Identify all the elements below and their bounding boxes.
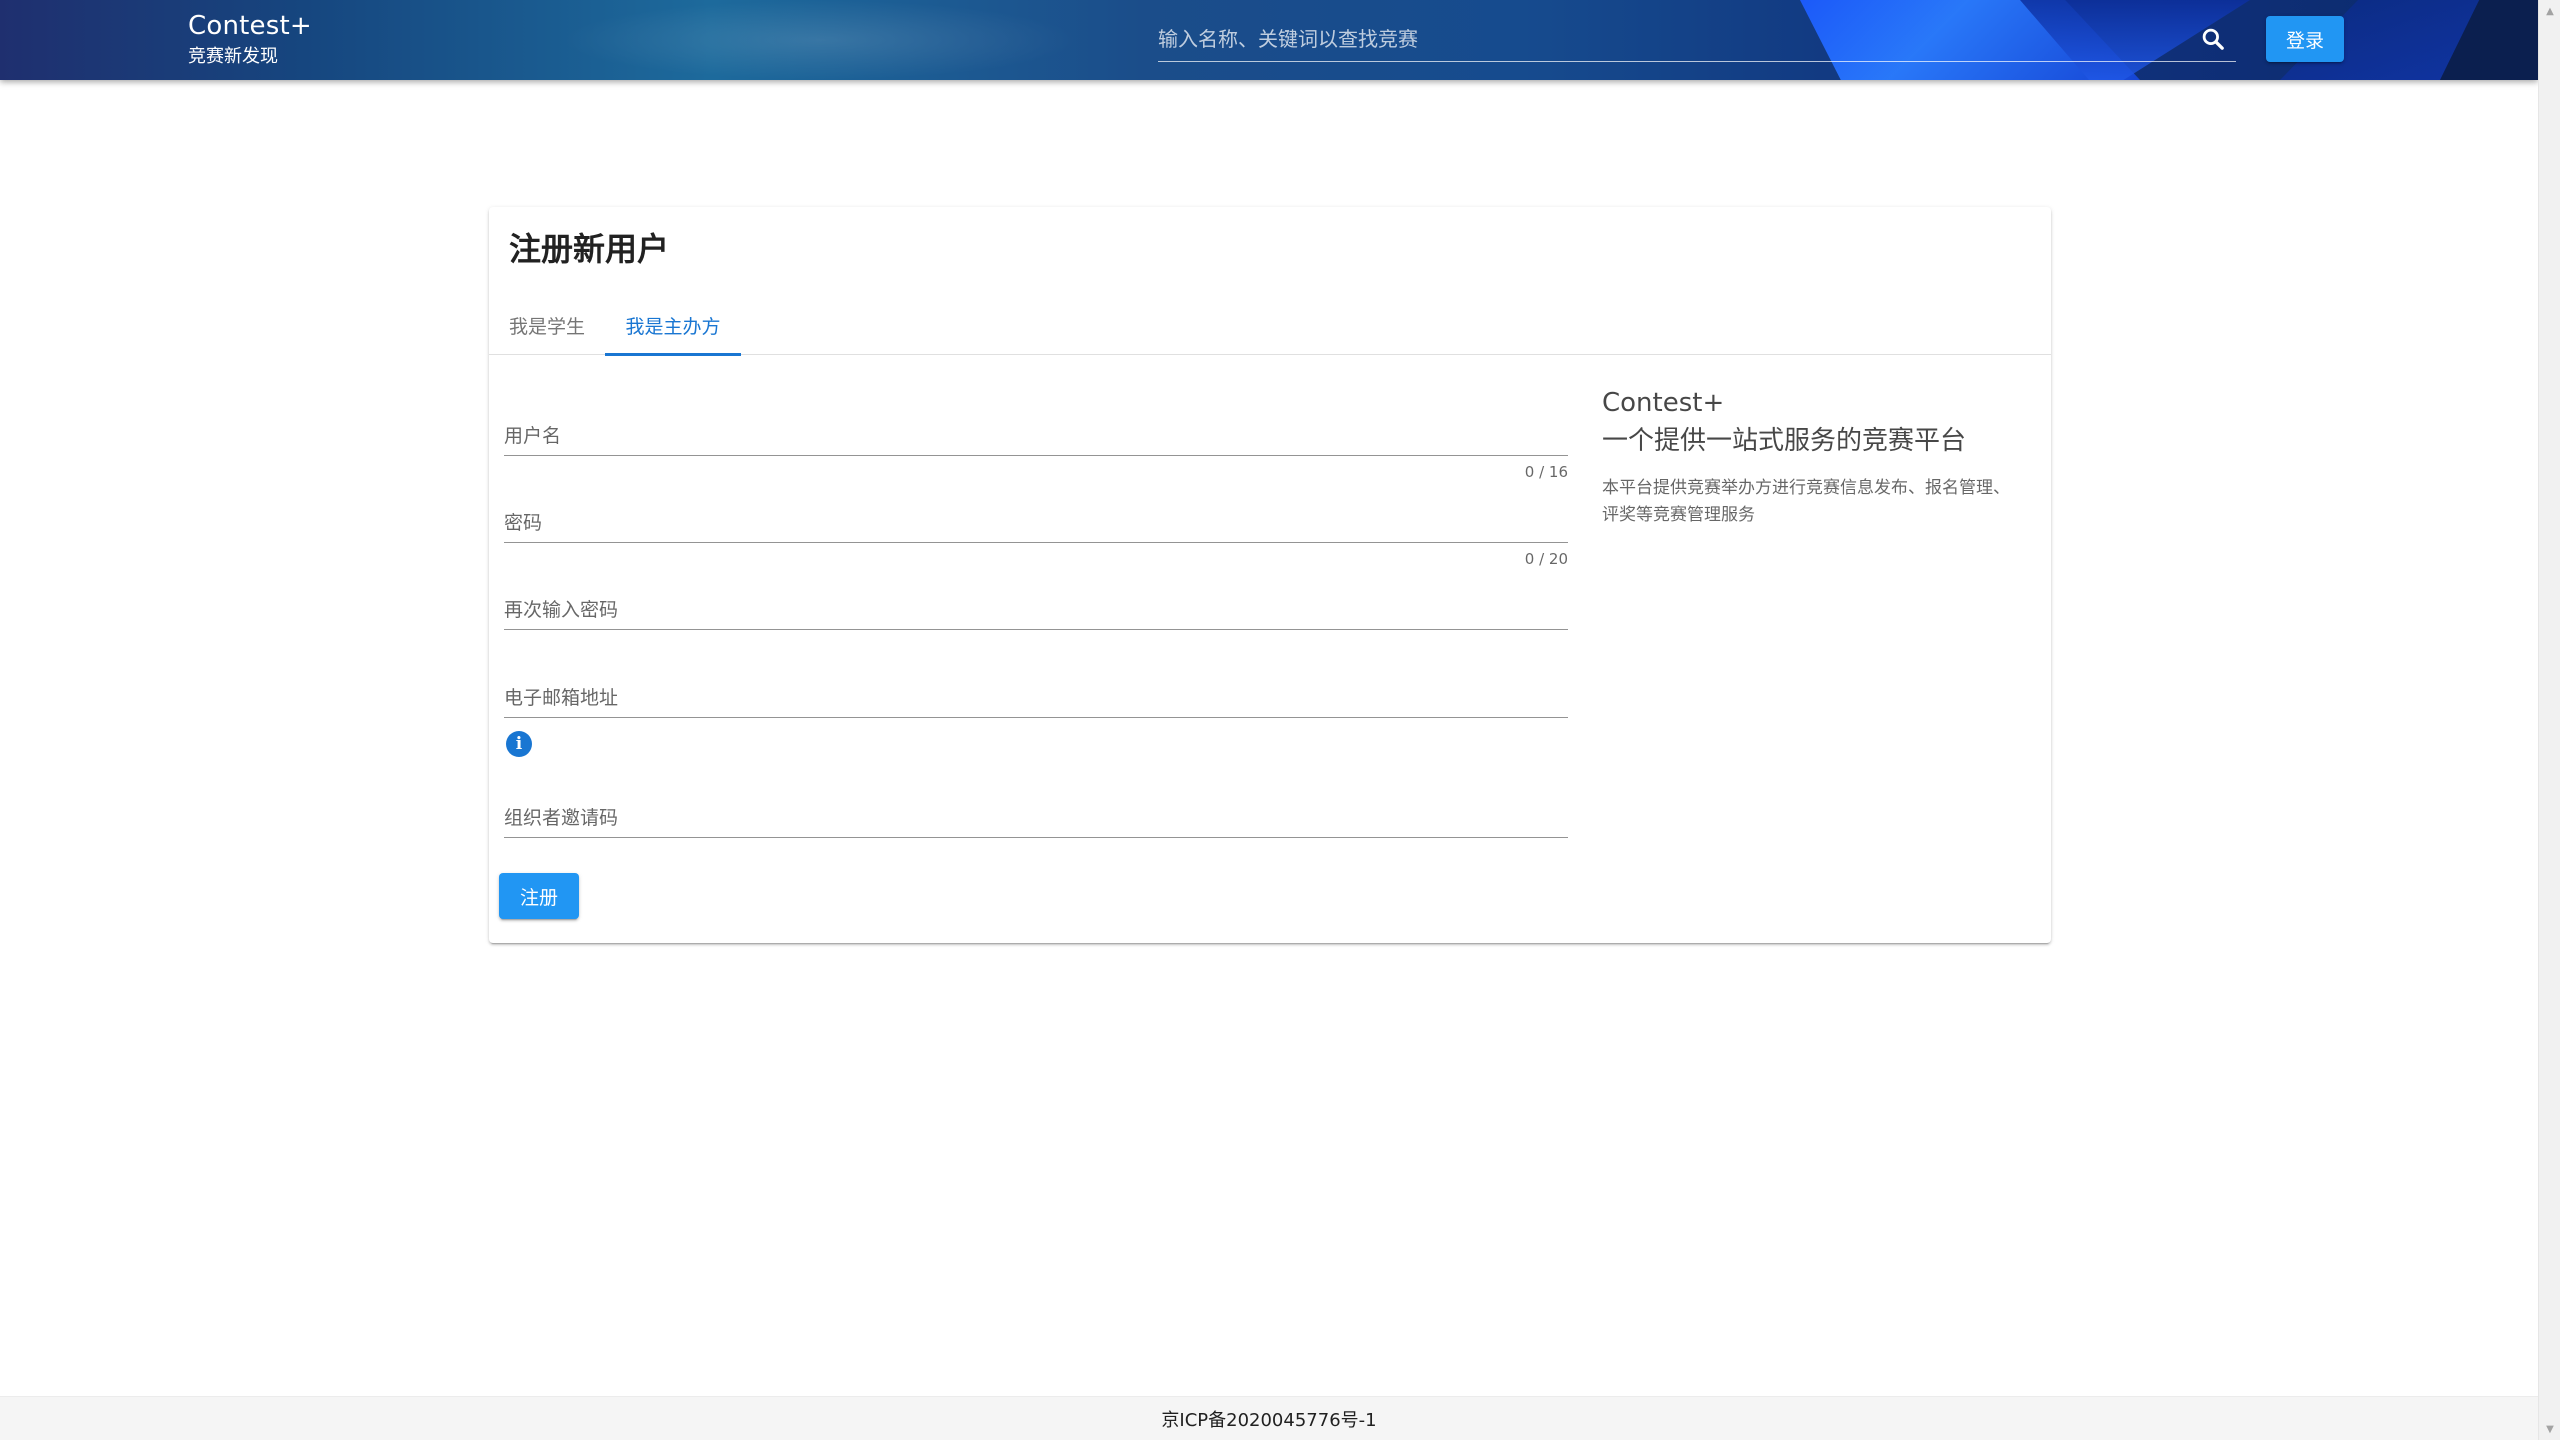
username-field-group: 0 / 16 xyxy=(504,403,1568,481)
platform-info: Contest+ 一个提供一站式服务的竞赛平台 本平台提供竞赛举办方进行竞赛信息… xyxy=(1602,385,2022,529)
brand-title: Contest+ xyxy=(188,11,312,41)
email-field-group xyxy=(504,665,1568,721)
search-icon[interactable] xyxy=(2196,22,2230,56)
search-bar xyxy=(1158,18,2236,62)
platform-description: 本平台提供竞赛举办方进行竞赛信息发布、报名管理、评奖等竞赛管理服务 xyxy=(1602,478,2010,525)
username-counter: 0 / 16 xyxy=(1524,463,1568,481)
email-input[interactable] xyxy=(504,681,1568,715)
tab-organizer[interactable]: 我是主办方 xyxy=(605,295,741,356)
page-scrollbar[interactable]: ▲ ▼ xyxy=(2538,0,2560,1440)
password-input[interactable] xyxy=(504,506,1568,540)
search-input[interactable] xyxy=(1158,22,2168,56)
page-title: 注册新用户 xyxy=(509,230,670,268)
password-underline xyxy=(504,542,1568,543)
password-confirm-underline xyxy=(504,629,1568,630)
register-card: 注册新用户 我是学生 我是主办方 0 / 16 0 / 20 i 注册 Cont… xyxy=(489,207,2051,943)
scroll-down-arrow-icon[interactable]: ▼ xyxy=(2539,1418,2560,1440)
password-field-group: 0 / 20 xyxy=(504,490,1568,568)
tab-student[interactable]: 我是学生 xyxy=(489,295,605,355)
login-button[interactable]: 登录 xyxy=(2266,16,2344,62)
register-button[interactable]: 注册 xyxy=(499,873,579,919)
platform-name: Contest+ xyxy=(1602,388,1725,418)
invite-code-underline xyxy=(504,837,1568,838)
username-underline xyxy=(504,455,1568,456)
password-confirm-field-group xyxy=(504,577,1568,633)
brand-subtitle: 竞赛新发现 xyxy=(188,46,278,67)
footer: 京ICP备2020045776号-1 xyxy=(0,1396,2538,1440)
invite-code-input[interactable] xyxy=(504,801,1568,835)
role-tabs: 我是学生 我是主办方 xyxy=(489,295,2051,356)
password-counter: 0 / 20 xyxy=(1524,550,1568,568)
brand-logo[interactable]: Contest+ 竞赛新发现 xyxy=(188,10,312,70)
header-decoration xyxy=(560,0,1080,80)
app-bar: Contest+ 竞赛新发现 登录 xyxy=(0,0,2538,80)
username-input[interactable] xyxy=(504,419,1568,453)
info-icon[interactable]: i xyxy=(506,731,532,757)
password-confirm-input[interactable] xyxy=(504,593,1568,627)
icp-license-text: 京ICP备2020045776号-1 xyxy=(1161,1409,1377,1431)
platform-tagline: 一个提供一站式服务的竞赛平台 xyxy=(1602,426,1967,456)
scroll-up-arrow-icon[interactable]: ▲ xyxy=(2539,0,2560,22)
invite-code-field-group xyxy=(504,785,1568,841)
email-underline xyxy=(504,717,1568,718)
